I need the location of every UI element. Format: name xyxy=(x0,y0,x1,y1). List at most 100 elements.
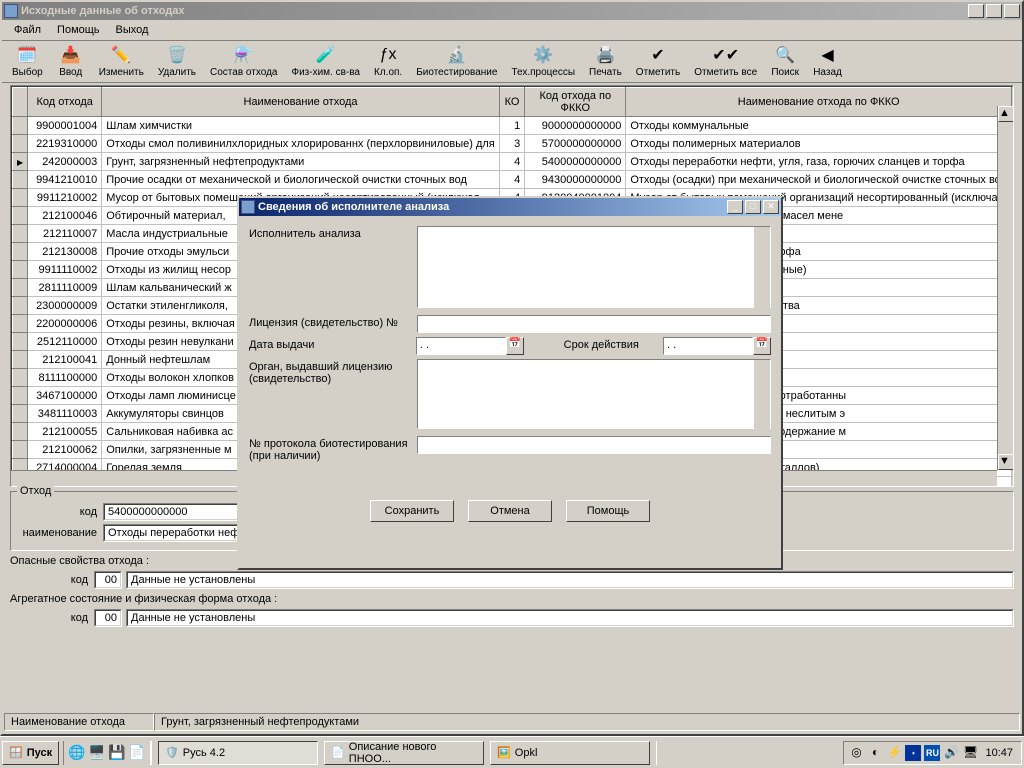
issued-date-picker-button[interactable]: 📅 xyxy=(506,337,524,355)
tray-icon-1[interactable]: ◎ xyxy=(848,745,864,761)
tool-тех-процессы[interactable]: ⚙️Тех.процессы xyxy=(505,43,581,80)
table-row[interactable]: 242000003Грунт, загрязненный нефтепродук… xyxy=(13,153,1012,171)
table-row[interactable]: 9941210010Прочие осадки от механической … xyxy=(13,171,1012,189)
system-tray: ◎ ◐ ⚡ ⋆ RU 🔊 🖥 10:47 xyxy=(843,741,1022,765)
cell-name: Отходы смол поливинилхлоридных хлорирова… xyxy=(102,135,500,153)
dialog-close-button[interactable]: ✕ xyxy=(763,200,779,214)
tool-печать[interactable]: 🖨️Печать xyxy=(583,43,628,80)
row-selector[interactable] xyxy=(13,207,28,225)
cell-code: 2200000006 xyxy=(28,315,102,333)
tool-label: Удалить xyxy=(158,67,196,78)
lang-indicator[interactable]: RU xyxy=(924,745,940,761)
tool-отметить[interactable]: ✔Отметить xyxy=(630,43,686,80)
row-selector[interactable] xyxy=(13,225,28,243)
help-button[interactable]: Помощь xyxy=(566,500,650,522)
row-selector[interactable] xyxy=(13,387,28,405)
protocol-input[interactable] xyxy=(417,436,771,454)
state-title: Агрегатное состояние и физическая форма … xyxy=(10,593,1014,605)
cell-fkko-name: Отходы полимерных материалов xyxy=(626,135,1012,153)
taskbar: 🪟 Пуск 🌐 🖥️ 💾 📄 🛡️Русь 4.2📄Описание ново… xyxy=(0,736,1024,768)
cancel-button[interactable]: Отмена xyxy=(468,500,552,522)
tray-icon-vol[interactable]: 🔊 xyxy=(943,745,959,761)
doc-icon[interactable]: 📄 xyxy=(128,744,146,762)
desktop-icon[interactable]: 🖥️ xyxy=(88,744,106,762)
tool-поиск[interactable]: 🔍Поиск xyxy=(765,43,805,80)
ie-icon[interactable]: 🌐 xyxy=(68,744,86,762)
executor-textarea[interactable] xyxy=(417,226,771,308)
task-button[interactable]: 📄Описание нового ПНОО... xyxy=(324,741,484,765)
grid-header[interactable]: Наименование отхода xyxy=(102,88,500,117)
save-icon[interactable]: 💾 xyxy=(108,744,126,762)
tray-icon-eu[interactable]: ⋆ xyxy=(905,745,921,761)
row-selector[interactable] xyxy=(13,189,28,207)
tool-icon: ✔✔ xyxy=(716,45,736,65)
maximize-button[interactable]: □ xyxy=(986,4,1002,18)
license-input[interactable] xyxy=(417,315,771,333)
row-selector[interactable] xyxy=(13,351,28,369)
tool-физ-хим-св-ва[interactable]: 🧪Физ-хим. св-ва xyxy=(285,43,366,80)
row-selector[interactable] xyxy=(13,369,28,387)
task-button[interactable]: 🖼️Opkl xyxy=(490,741,650,765)
windows-icon: 🪟 xyxy=(9,746,23,759)
grid-header[interactable] xyxy=(13,88,28,117)
row-selector[interactable] xyxy=(13,441,28,459)
table-row[interactable]: 9900001004Шлам химчистки19000000000000От… xyxy=(13,117,1012,135)
row-selector[interactable] xyxy=(13,279,28,297)
minimize-button[interactable]: _ xyxy=(968,4,984,18)
tool-биотестирование[interactable]: 🔬Биотестирование xyxy=(410,43,503,80)
tool-ввод[interactable]: 📥Ввод xyxy=(51,43,91,80)
cell-code: 8111100000 xyxy=(28,369,102,387)
grid-header[interactable]: КО xyxy=(499,88,525,117)
authority-textarea[interactable] xyxy=(417,359,771,429)
dialog-minimize-button[interactable]: _ xyxy=(727,200,743,214)
tool-отметить-все[interactable]: ✔✔Отметить все xyxy=(688,43,763,80)
scroll-up-button[interactable]: ▲ xyxy=(998,106,1014,122)
executor-scroll[interactable] xyxy=(754,227,770,310)
row-selector[interactable] xyxy=(13,135,28,153)
tray-icon-display[interactable]: 🖥 xyxy=(962,745,978,761)
row-selector[interactable] xyxy=(13,297,28,315)
row-selector[interactable] xyxy=(13,315,28,333)
grid-header[interactable]: Код отхода xyxy=(28,88,102,117)
cell-code: 242000003 xyxy=(28,153,102,171)
row-selector[interactable] xyxy=(13,117,28,135)
row-selector[interactable] xyxy=(13,333,28,351)
table-row[interactable]: 2219310000Отходы смол поливинилхлоридных… xyxy=(13,135,1012,153)
term-date-input[interactable]: . . xyxy=(663,337,753,355)
row-selector[interactable] xyxy=(13,405,28,423)
menu-help[interactable]: Помощь xyxy=(49,22,108,38)
clock[interactable]: 10:47 xyxy=(981,747,1017,759)
menu-file[interactable]: Файл xyxy=(6,22,49,38)
tool-label: Изменить xyxy=(99,67,144,78)
save-button[interactable]: Сохранить xyxy=(370,500,454,522)
waste-name-label: наименование xyxy=(19,527,103,539)
menu-exit[interactable]: Выход xyxy=(108,22,157,38)
tool-состав-отхода[interactable]: ⚗️Состав отхода xyxy=(204,43,283,80)
tool-label: Состав отхода xyxy=(210,67,277,78)
row-selector[interactable] xyxy=(13,243,28,261)
scroll-down-button[interactable]: ▼ xyxy=(998,454,1014,470)
tool-icon: 🖨️ xyxy=(595,45,615,65)
tool-удалить[interactable]: 🗑️Удалить xyxy=(152,43,202,80)
task-button[interactable]: 🛡️Русь 4.2 xyxy=(158,741,318,765)
tool-назад[interactable]: ◀Назад xyxy=(807,43,848,80)
dialog-maximize-button[interactable]: □ xyxy=(745,200,761,214)
close-button[interactable]: ✕ xyxy=(1004,4,1020,18)
row-selector[interactable] xyxy=(13,261,28,279)
grid-header[interactable]: Код отхода по ФККО xyxy=(525,88,626,117)
row-selector[interactable] xyxy=(13,423,28,441)
issued-date-input[interactable]: . . xyxy=(416,337,506,355)
grid-vscroll[interactable]: ▲ ▼ xyxy=(997,106,1013,470)
tool-кл-оп-[interactable]: ƒxКл.оп. xyxy=(368,43,408,80)
authority-scroll[interactable] xyxy=(754,360,770,431)
tray-icon-3[interactable]: ⚡ xyxy=(886,745,902,761)
tool-изменить[interactable]: ✏️Изменить xyxy=(93,43,150,80)
tool-icon: 🗓️ xyxy=(17,45,37,65)
row-selector[interactable] xyxy=(13,153,28,171)
tool-выбор[interactable]: 🗓️Выбор xyxy=(6,43,49,80)
row-selector[interactable] xyxy=(13,171,28,189)
tray-icon-2[interactable]: ◐ xyxy=(867,745,883,761)
grid-header[interactable]: Наименование отхода по ФККО xyxy=(626,88,1012,117)
term-date-picker-button[interactable]: 📅 xyxy=(753,337,771,355)
start-button[interactable]: 🪟 Пуск xyxy=(2,741,59,765)
